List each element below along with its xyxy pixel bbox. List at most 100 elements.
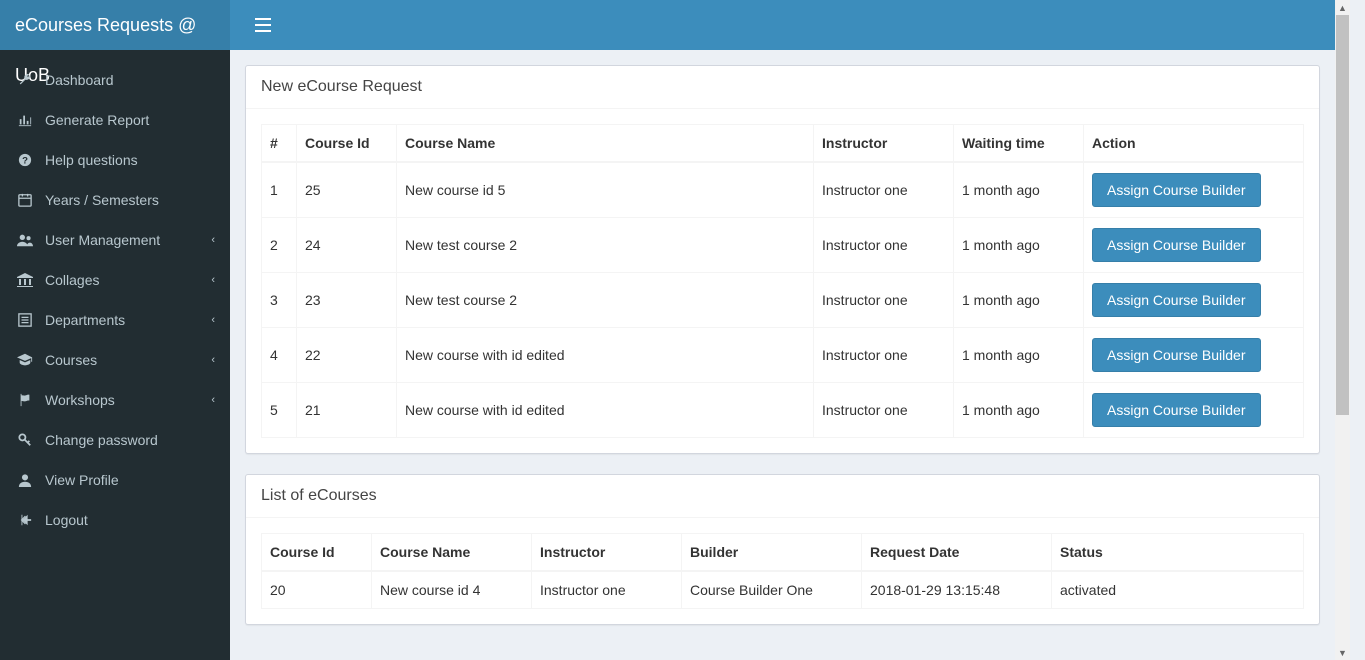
cell-n: 4 — [262, 328, 297, 383]
new-request-title: New eCourse Request — [246, 66, 1319, 109]
col-course-id: Course Id — [262, 534, 372, 572]
cell-builder: Course Builder One — [682, 571, 862, 609]
sidebar-item-label: Workshops — [45, 392, 115, 408]
scroll-down-arrow[interactable]: ▼ — [1335, 645, 1350, 660]
user-icon — [15, 473, 35, 487]
cell-id: 22 — [297, 328, 397, 383]
col-course-name: Course Name — [372, 534, 532, 572]
flag-icon — [15, 393, 35, 407]
sidebar-item-label: User Management — [45, 232, 160, 248]
brand-title: eCourses Requests @ UoB — [0, 0, 230, 50]
new-request-body: # Course Id Course Name Instructor Waiti… — [246, 109, 1319, 453]
cell-instructor: Instructor one — [814, 218, 954, 273]
col-instructor: Instructor — [532, 534, 682, 572]
table-row: 422New course with id editedInstructor o… — [262, 328, 1304, 383]
requests-table: # Course Id Course Name Instructor Waiti… — [261, 124, 1304, 438]
assign-course-builder-button[interactable]: Assign Course Builder — [1092, 228, 1261, 262]
sidebar-item-user-management[interactable]: User Management‹ — [0, 220, 230, 260]
sidebar-item-label: Dashboard — [45, 72, 114, 88]
scrollbar-thumb[interactable] — [1336, 15, 1349, 415]
col-course-id: Course Id — [297, 125, 397, 163]
scroll-up-arrow[interactable]: ▲ — [1335, 0, 1350, 15]
top-navbar — [230, 0, 1335, 50]
col-status: Status — [1052, 534, 1304, 572]
cell-waiting: 1 month ago — [954, 218, 1084, 273]
hamburger-icon — [255, 18, 271, 32]
cell-instructor: Instructor one — [814, 273, 954, 328]
sidebar-toggle-button[interactable] — [245, 13, 281, 37]
new-request-panel: New eCourse Request # Course Id Course N… — [245, 65, 1320, 454]
cell-n: 3 — [262, 273, 297, 328]
sidebar-item-help-questions[interactable]: ?Help questions — [0, 140, 230, 180]
chevron-left-icon: ‹ — [211, 274, 215, 286]
list-panel: List of eCourses Course Id Course Name I… — [245, 474, 1320, 625]
sidebar: eCourses Requests @ UoB Dashboard Generat… — [0, 0, 230, 660]
list-icon — [15, 313, 35, 327]
table-row: 125New course id 5Instructor one1 month … — [262, 162, 1304, 218]
cell-name: New test course 2 — [397, 273, 814, 328]
main-area: New eCourse Request # Course Id Course N… — [230, 0, 1335, 660]
sidebar-item-departments[interactable]: Departments‹ — [0, 300, 230, 340]
sidebar-item-label: Generate Report — [45, 112, 149, 128]
cell-date: 2018-01-29 13:15:48 — [862, 571, 1052, 609]
col-waiting: Waiting time — [954, 125, 1084, 163]
cell-waiting: 1 month ago — [954, 273, 1084, 328]
cell-instructor: Instructor one — [814, 328, 954, 383]
cell-action: Assign Course Builder — [1084, 383, 1304, 438]
list-title: List of eCourses — [246, 475, 1319, 518]
sidebar-item-courses[interactable]: Courses‹ — [0, 340, 230, 380]
sidebar-item-dashboard[interactable]: Dashboard — [0, 60, 230, 100]
cell-name: New test course 2 — [397, 218, 814, 273]
cell-id: 23 — [297, 273, 397, 328]
cell-instructor: Instructor one — [814, 162, 954, 218]
assign-course-builder-button[interactable]: Assign Course Builder — [1092, 338, 1261, 372]
chevron-left-icon: ‹ — [211, 314, 215, 326]
graduation-icon — [15, 353, 35, 367]
cell-waiting: 1 month ago — [954, 328, 1084, 383]
table-row: 521New course with id editedInstructor o… — [262, 383, 1304, 438]
vertical-scrollbar[interactable]: ▲ ▼ — [1335, 0, 1350, 660]
cell-n: 2 — [262, 218, 297, 273]
cell-n: 5 — [262, 383, 297, 438]
cell-instructor: Instructor one — [814, 383, 954, 438]
sidebar-item-collages[interactable]: Collages ‹ — [0, 260, 230, 300]
cell-id: 21 — [297, 383, 397, 438]
sidebar-item-label: Logout — [45, 512, 88, 528]
cell-name: New course id 5 — [397, 162, 814, 218]
cell-action: Assign Course Builder — [1084, 218, 1304, 273]
users-icon — [15, 233, 35, 247]
col-instructor: Instructor — [814, 125, 954, 163]
col-course-name: Course Name — [397, 125, 814, 163]
sidebar-menu: Dashboard Generate Report ?Help questionsY… — [0, 50, 230, 540]
assign-course-builder-button[interactable]: Assign Course Builder — [1092, 283, 1261, 317]
cell-name: New course with id edited — [397, 328, 814, 383]
cell-instructor: Instructor one — [532, 571, 682, 609]
cell-id: 20 — [262, 571, 372, 609]
cell-id: 24 — [297, 218, 397, 273]
cell-n: 1 — [262, 162, 297, 218]
institution-icon — [15, 273, 35, 287]
sidebar-item-label: Courses — [45, 352, 97, 368]
arrow-left-icon — [15, 513, 35, 527]
cell-waiting: 1 month ago — [954, 383, 1084, 438]
sidebar-item-label: View Profile — [45, 472, 119, 488]
sidebar-item-label: Change password — [45, 432, 158, 448]
sidebar-item-logout[interactable]: Logout — [0, 500, 230, 540]
table-row: 20New course id 4Instructor oneCourse Bu… — [262, 571, 1304, 609]
assign-course-builder-button[interactable]: Assign Course Builder — [1092, 393, 1261, 427]
cell-waiting: 1 month ago — [954, 162, 1084, 218]
sidebar-item-workshops[interactable]: Workshops‹ — [0, 380, 230, 420]
sidebar-item-change-password[interactable]: Change password — [0, 420, 230, 460]
sidebar-item-view-profile[interactable]: View Profile — [0, 460, 230, 500]
cell-id: 25 — [297, 162, 397, 218]
table-row: 323New test course 2Instructor one1 mont… — [262, 273, 1304, 328]
assign-course-builder-button[interactable]: Assign Course Builder — [1092, 173, 1261, 207]
sidebar-item-generate-report[interactable]: Generate Report — [0, 100, 230, 140]
list-table: Course Id Course Name Instructor Builder… — [261, 533, 1304, 609]
sidebar-item-years-semesters[interactable]: Years / Semesters — [0, 180, 230, 220]
cell-action: Assign Course Builder — [1084, 162, 1304, 218]
col-index: # — [262, 125, 297, 163]
sidebar-item-label: Collages — [45, 272, 99, 288]
cell-status: activated — [1052, 571, 1304, 609]
cell-action: Assign Course Builder — [1084, 273, 1304, 328]
